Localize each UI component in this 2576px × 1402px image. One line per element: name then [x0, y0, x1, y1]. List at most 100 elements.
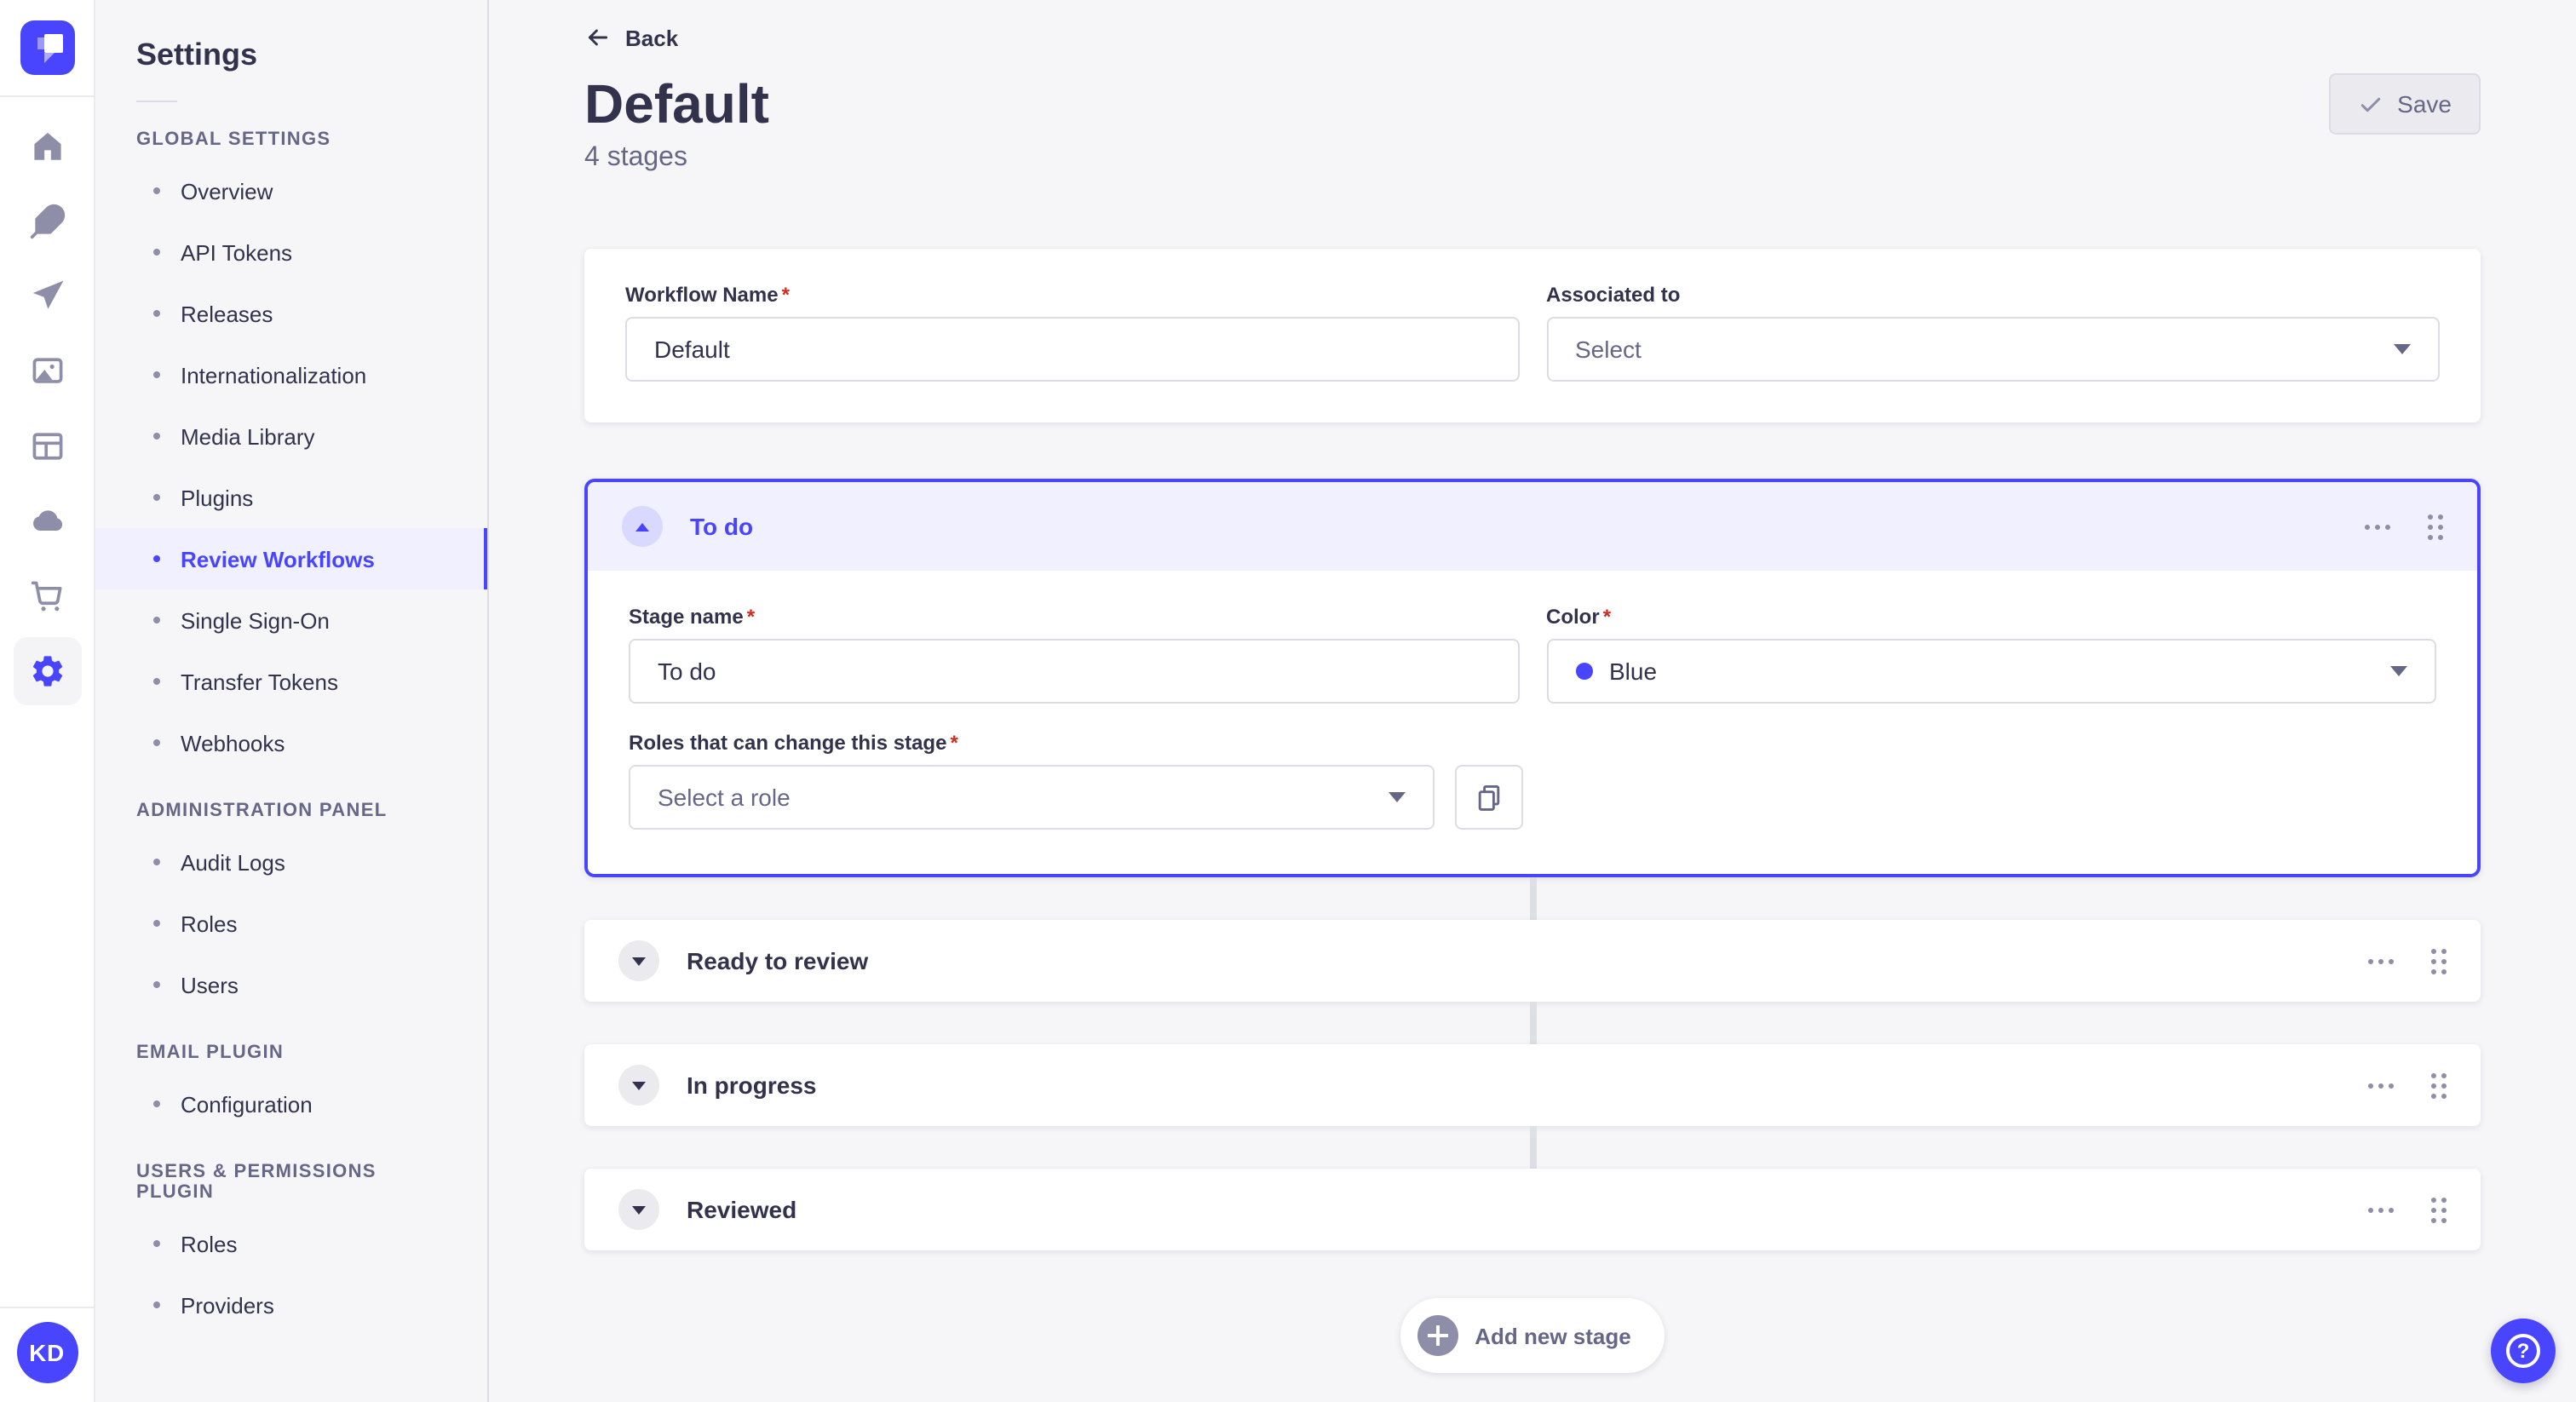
- sidebar-item-label: Roles: [181, 911, 238, 936]
- bullet-dot: [153, 371, 160, 378]
- stage-connector-line: [1529, 1126, 1536, 1169]
- sidebar-item-label: Plugins: [181, 485, 254, 510]
- chevron-down-icon: [632, 1205, 646, 1214]
- expand-toggle-button[interactable]: [618, 1189, 659, 1230]
- sidebar-item-label: Media Library: [181, 423, 315, 449]
- sidebar-item-internationalization[interactable]: Internationalization: [95, 344, 487, 405]
- sidebar-item-admin-users[interactable]: Users: [95, 954, 487, 1015]
- stage-color-select[interactable]: Blue: [1546, 639, 2436, 704]
- sidebar-item-label: Internationalization: [181, 362, 367, 388]
- bullet-dot: [153, 249, 160, 256]
- sidebar-item-plugins[interactable]: Plugins: [95, 467, 487, 528]
- drag-handle-icon[interactable]: [2428, 514, 2443, 539]
- color-swatch-blue: [1575, 663, 1592, 680]
- check-icon: [2360, 96, 2381, 112]
- plus-icon: [1417, 1315, 1458, 1356]
- stage-name-input[interactable]: [629, 639, 1519, 704]
- stage-options-menu-icon[interactable]: [2365, 517, 2390, 536]
- stage-options-menu-icon[interactable]: [2368, 1076, 2394, 1095]
- stage-title: Reviewed: [687, 1196, 797, 1223]
- strapi-logo-icon[interactable]: [20, 20, 74, 75]
- stage-connector-line: [1529, 877, 1536, 920]
- sidebar-item-media-library[interactable]: Media Library: [95, 405, 487, 467]
- stage-roles-field: Roles that can change this stage * Select…: [629, 731, 2436, 830]
- arrow-left-icon: [588, 29, 608, 46]
- collapse-toggle-button[interactable]: [622, 506, 663, 547]
- stage-name-field: Stage name *: [629, 605, 1519, 704]
- chevron-down-icon: [632, 1081, 646, 1089]
- content-feather-icon[interactable]: [13, 187, 81, 256]
- cloud-icon[interactable]: [13, 487, 81, 555]
- bullet-dot: [153, 920, 160, 927]
- stage-todo-header[interactable]: To do: [588, 482, 2477, 571]
- stage-todo-body: Stage name* Color* Blue: [588, 571, 2477, 874]
- drag-handle-icon[interactable]: [2431, 1197, 2447, 1222]
- workflow-name-field: Workflow Name *: [625, 283, 1519, 382]
- content-manager-layout-icon[interactable]: [13, 412, 81, 480]
- associated-to-select[interactable]: Select: [1546, 317, 2440, 382]
- stage-options-menu-icon[interactable]: [2368, 951, 2394, 970]
- sidebar-item-api-tokens[interactable]: API Tokens: [95, 221, 487, 283]
- bullet-dot: [153, 494, 160, 501]
- back-link[interactable]: Back: [584, 20, 678, 55]
- rail-nav-icons: [13, 112, 81, 705]
- stage-card-todo: To do Stage name* Color*: [584, 479, 2481, 877]
- home-icon[interactable]: [13, 112, 81, 181]
- bullet-dot: [153, 739, 160, 746]
- chevron-down-icon: [632, 957, 646, 965]
- settings-gear-icon[interactable]: [13, 637, 81, 705]
- sidebar-item-admin-roles[interactable]: Roles: [95, 893, 487, 954]
- expand-toggle-button[interactable]: [618, 1065, 659, 1106]
- sidebar-item-transfer-tokens[interactable]: Transfer Tokens: [95, 651, 487, 712]
- section-users-permissions-plugin: USERS & PERMISSIONS PLUGIN: [136, 1162, 377, 1203]
- label-text: Color: [1546, 605, 1600, 629]
- stage-card-reviewed[interactable]: Reviewed: [584, 1169, 2481, 1250]
- workflow-name-input[interactable]: [625, 317, 1519, 382]
- bullet-dot: [153, 555, 160, 562]
- drag-handle-icon[interactable]: [2431, 1072, 2447, 1098]
- expand-toggle-button[interactable]: [618, 940, 659, 981]
- stage-roles-label: Roles that can change this stage *: [629, 731, 2436, 755]
- sidebar-item-overview[interactable]: Overview: [95, 160, 487, 221]
- sidebar-item-up-roles[interactable]: Roles: [95, 1213, 487, 1274]
- bullet-dot: [153, 981, 160, 988]
- select-placeholder: Select: [1575, 336, 1642, 363]
- sidebar-item-label: Overview: [181, 178, 273, 204]
- main-nav-rail: KD: [0, 0, 95, 1402]
- send-plane-icon[interactable]: [13, 262, 81, 330]
- media-library-icon[interactable]: [13, 337, 81, 405]
- workflow-form-card: Workflow Name* Associated to Select: [584, 249, 2481, 422]
- chevron-down-icon: [1389, 792, 1406, 802]
- save-button[interactable]: Save: [2329, 73, 2481, 135]
- stage-options-menu-icon[interactable]: [2368, 1200, 2394, 1219]
- help-button[interactable]: [2491, 1319, 2556, 1383]
- duplicate-stage-button[interactable]: [1455, 765, 1523, 830]
- rail-bottom: KD: [0, 1307, 94, 1402]
- sidebar-item-review-workflows[interactable]: Review Workflows: [95, 528, 487, 589]
- add-new-stage-button[interactable]: Add new stage: [1400, 1298, 1665, 1373]
- sidebar-item-label: Single Sign-On: [181, 607, 330, 633]
- stage-card-in-progress[interactable]: In progress: [584, 1044, 2481, 1126]
- sidebar-item-webhooks[interactable]: Webhooks: [95, 712, 487, 773]
- drag-handle-icon[interactable]: [2431, 948, 2447, 974]
- bullet-dot: [153, 1301, 160, 1308]
- stage-roles-select[interactable]: Select a role: [629, 765, 1435, 830]
- sidebar-item-audit-logs[interactable]: Audit Logs: [95, 831, 487, 893]
- stage-title: Ready to review: [687, 947, 869, 974]
- bullet-dot: [153, 617, 160, 623]
- sidebar-item-releases[interactable]: Releases: [95, 283, 487, 344]
- sidebar-item-up-providers[interactable]: Providers: [95, 1274, 487, 1336]
- user-avatar[interactable]: KD: [16, 1322, 78, 1383]
- save-label: Save: [2397, 90, 2452, 118]
- main-content: Back Default 4 stages Save Workflow Name…: [489, 0, 2576, 1402]
- bullet-dot: [153, 187, 160, 194]
- sidebar-item-single-sign-on[interactable]: Single Sign-On: [95, 589, 487, 651]
- section-global-settings: GLOBAL SETTINGS: [136, 129, 331, 150]
- page-title: Default: [584, 73, 769, 135]
- stage-color-label: Color *: [1546, 605, 2436, 629]
- sidebar-item-email-configuration[interactable]: Configuration: [95, 1073, 487, 1135]
- sidebar-item-label: Configuration: [181, 1091, 313, 1117]
- strapi-admin-app: KD Settings GLOBAL SETTINGS Overview API…: [0, 0, 2576, 1402]
- marketplace-cart-icon[interactable]: [13, 562, 81, 630]
- stage-card-ready-to-review[interactable]: Ready to review: [584, 920, 2481, 1002]
